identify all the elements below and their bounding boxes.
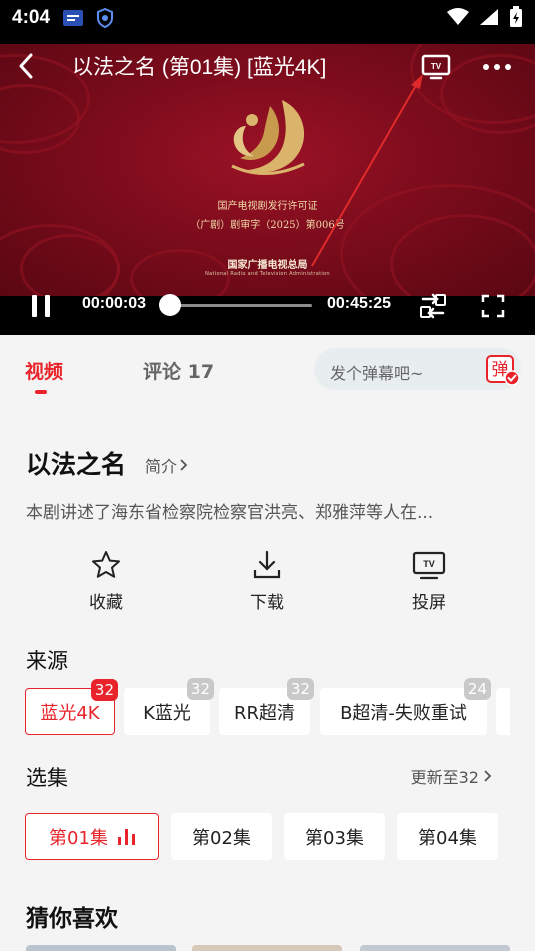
source-chip[interactable]: 蓝光4K 32 [25, 679, 118, 735]
source-label: B超清-失败重试 [340, 702, 467, 724]
tab-comments[interactable]: 评论 17 [143, 357, 214, 384]
signal-icon [479, 8, 499, 30]
source-chip[interactable]: K蓝光 32 [124, 678, 214, 735]
source-count-badge: 32 [186, 678, 214, 700]
danmu-box: 发个弹幕吧~ 弹 [314, 348, 521, 390]
switch-icon [420, 293, 446, 319]
episode-chip[interactable]: 第04集 [397, 813, 498, 860]
source-label: K蓝光 [143, 702, 191, 724]
episode-chip[interactable]: 第02集 [171, 813, 272, 860]
episode-label: 第03集 [305, 827, 364, 849]
cast-button[interactable]: TV [419, 52, 453, 82]
episode-list: 第01集 第02集 第03集 第04集 [0, 813, 535, 861]
source-list: 蓝光4K 32 K蓝光 32 RR超清 32 B超清-失败重试 24 [0, 678, 535, 736]
download-button[interactable]: 下载 [222, 548, 312, 613]
show-title: 以法之名 [26, 450, 127, 479]
danmu-input[interactable]: 发个弹幕吧~ [330, 360, 423, 384]
tab-video[interactable]: 视频 [25, 357, 63, 384]
cast-label: 投屏 [412, 593, 446, 613]
current-time: 00:00:03 [82, 295, 147, 312]
recommend-list [26, 945, 510, 951]
shield-icon [96, 8, 114, 28]
status-clock: 4:04 [12, 7, 51, 28]
recommend-title: 猜你喜欢 [26, 906, 118, 932]
episodes-title: 选集 [26, 766, 68, 790]
fullscreen-icon [481, 294, 505, 318]
pause-button[interactable] [24, 291, 58, 321]
back-button[interactable] [0, 44, 52, 88]
license-line-2: （广剧）剧审字（2025）第006号 [190, 220, 345, 231]
total-duration: 00:45:25 [327, 295, 392, 312]
source-count-badge: 32 [90, 679, 118, 701]
episode-chip[interactable]: 第03集 [284, 813, 385, 860]
star-icon [92, 551, 120, 578]
recommend-thumbnail[interactable] [26, 945, 176, 951]
chevron-right-icon [484, 770, 492, 782]
svg-text:TV: TV [423, 559, 435, 569]
tv-cast-icon: TV [421, 54, 451, 80]
download-label: 下载 [250, 593, 284, 613]
more-options-button[interactable] [478, 52, 516, 82]
playing-indicator-icon [117, 828, 135, 845]
player-title-bar: 以法之名 (第01集) [蓝光4K] TV [0, 44, 535, 88]
recommend-thumbnail[interactable] [360, 945, 510, 951]
sources-title: 来源 [26, 649, 68, 673]
broadcast-emblem-icon [231, 100, 305, 176]
source-label: 蓝光4K [40, 702, 100, 724]
player-controls: 00:00:03 00:45:25 [0, 283, 535, 327]
source-chip[interactable]: RR超清 32 [219, 678, 314, 735]
download-icon [253, 550, 281, 579]
pause-icon [32, 295, 50, 317]
org-name-en: National Radio and Television Administra… [205, 271, 330, 277]
switch-source-button[interactable] [416, 291, 450, 321]
more-dots-icon [483, 64, 511, 70]
favorite-button[interactable]: 收藏 [61, 548, 151, 613]
status-bar: 4:04 [0, 0, 535, 36]
show-description: 本剧讲述了海东省检察院检察官洪亮、郑雅萍等人在... [26, 503, 434, 523]
wifi-icon [447, 8, 469, 30]
battery-icon [509, 6, 523, 32]
video-player[interactable]: 国产电视剧发行许可证 （广剧）剧审字（2025）第006号 国家广播电视总局 N… [0, 0, 535, 335]
svg-text:TV: TV [431, 62, 442, 71]
cast-action-button[interactable]: TV 投屏 [384, 548, 474, 613]
source-count-badge: 24 [463, 678, 491, 700]
fullscreen-button[interactable] [476, 291, 510, 321]
episode-label: 第02集 [192, 827, 251, 849]
episode-chip[interactable]: 第01集 [25, 813, 159, 860]
episode-label: 第01集 [49, 827, 108, 849]
tab-active-indicator [35, 390, 47, 394]
intro-link[interactable]: 简介 [145, 453, 189, 477]
danmu-toggle-icon[interactable]: 弹 [485, 354, 521, 386]
progress-knob[interactable] [159, 294, 182, 316]
favorite-label: 收藏 [89, 593, 123, 613]
org-name: 国家广播电视总局 [227, 260, 308, 271]
back-arrow-icon [19, 53, 33, 79]
action-bar: 收藏 下载 TV 投屏 [0, 548, 535, 618]
episodes-more-link[interactable]: 更新至32 [411, 764, 493, 788]
source-chip[interactable]: B超清-失败重试 24 [320, 678, 491, 735]
source-label: RR超清 [233, 702, 295, 724]
source-chip-partial[interactable] [496, 688, 510, 735]
recommend-thumbnail[interactable] [192, 945, 342, 951]
license-line-1: 国产电视剧发行许可证 [217, 201, 318, 212]
episode-label: 第04集 [418, 827, 477, 849]
episodes-update-text: 更新至32 [410, 768, 479, 787]
progress-track[interactable] [170, 304, 312, 307]
tv-cast-icon: TV [412, 551, 446, 580]
intro-label: 简介 [145, 457, 178, 476]
content-tabs: 视频 评论 17 发个弹幕吧~ 弹 [0, 335, 535, 405]
video-title: 以法之名 (第01集) [蓝光4K] [72, 56, 327, 79]
notification-app-icon [62, 9, 84, 27]
chevron-right-icon [180, 459, 188, 471]
source-count-badge: 32 [286, 678, 314, 700]
